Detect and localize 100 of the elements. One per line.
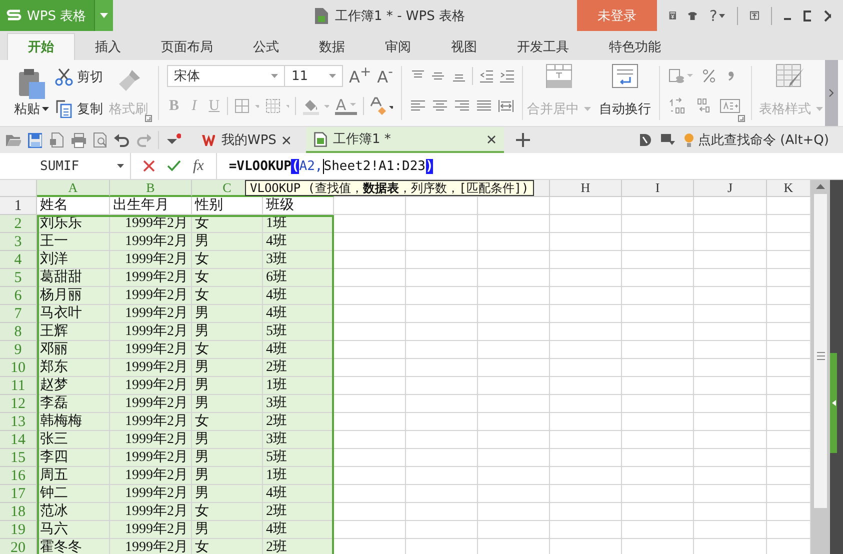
number-format-icon[interactable] [720, 99, 740, 113]
row-header[interactable]: 3 [0, 233, 37, 251]
row-header[interactable]: 10 [0, 359, 37, 377]
empty-cell [478, 287, 550, 305]
font-color-button[interactable]: A [334, 98, 358, 114]
row-header[interactable]: 18 [0, 503, 37, 521]
row-header[interactable]: 20 [0, 539, 37, 554]
increase-decimal-icon[interactable] [668, 97, 686, 115]
dialog-launcher-icon[interactable] [145, 115, 152, 122]
menu-tab[interactable]: 插入 [75, 33, 141, 60]
row-header[interactable]: 14 [0, 431, 37, 449]
row-header[interactable]: 11 [0, 377, 37, 395]
row-header[interactable]: 12 [0, 395, 37, 413]
empty-cell [622, 449, 694, 467]
row-header[interactable]: 1 [0, 197, 37, 215]
row-header[interactable]: 7 [0, 305, 37, 323]
formula-field[interactable]: =VLOOKUP(A2,Sheet2!A1:D23) [216, 153, 843, 179]
new-tab-icon[interactable] [516, 133, 530, 147]
align-right-icon[interactable] [454, 99, 470, 113]
font-name-dropdown[interactable]: 宋体 [166, 65, 286, 87]
column-header[interactable]: J [694, 180, 767, 197]
menu-tab[interactable]: 视图 [431, 33, 497, 60]
app-menu-button[interactable]: WPS 表格 [0, 0, 94, 31]
menu-tab[interactable]: 开始 [7, 33, 75, 60]
empty-cell [478, 485, 550, 503]
cut-button[interactable]: 剪切 [55, 68, 103, 86]
save-icon[interactable] [28, 132, 42, 148]
row-header[interactable]: 5 [0, 269, 37, 287]
decrease-indent-icon[interactable] [478, 69, 494, 83]
row-header[interactable]: 15 [0, 449, 37, 467]
column-header[interactable]: K [767, 180, 811, 197]
theme-icon[interactable] [638, 133, 652, 147]
menu-tab[interactable]: 公式 [233, 33, 299, 60]
empty-cell [478, 305, 550, 323]
empty-cell [478, 323, 550, 341]
empty-cell [622, 251, 694, 269]
help-button[interactable]: ? [709, 6, 726, 24]
wrap-text-button[interactable]: 自动换行 [596, 60, 654, 126]
menu-tab[interactable]: 页面布局 [141, 33, 233, 60]
row-header[interactable]: 2 [0, 215, 37, 233]
collapse-icon[interactable] [660, 133, 676, 147]
font-size-dropdown[interactable]: 11 [284, 65, 344, 87]
table-cell: 1999年2月 [110, 485, 192, 503]
borders-icon[interactable] [234, 98, 259, 114]
document-tab[interactable]: 我的WPS [194, 127, 298, 153]
increase-indent-icon[interactable] [499, 69, 514, 83]
document-tab[interactable]: 工作簿1 * [306, 127, 504, 153]
menu-tab[interactable]: 特色功能 [589, 33, 681, 60]
column-header[interactable]: H [550, 180, 622, 197]
caret-icon[interactable] [117, 164, 124, 168]
print-preview-icon[interactable] [92, 132, 108, 148]
eraser-icon[interactable] [370, 97, 393, 115]
menu-tab[interactable]: 审阅 [365, 33, 431, 60]
currency-icon[interactable] [668, 68, 694, 84]
insert-function-button[interactable]: fx [193, 158, 204, 174]
cancel-icon[interactable] [143, 160, 155, 172]
undo-icon[interactable] [114, 133, 130, 147]
command-search[interactable]: 点此查找命令 (Alt+Q) [684, 127, 829, 153]
row-header[interactable]: 9 [0, 341, 37, 359]
spreadsheet-icon [314, 132, 327, 146]
dropdown-button[interactable] [94, 0, 113, 31]
cell-grid-icon[interactable] [264, 98, 290, 114]
column-header[interactable]: B [110, 180, 192, 197]
export-icon[interactable] [48, 132, 64, 148]
justify-icon[interactable] [476, 99, 492, 113]
row-header[interactable]: 19 [0, 521, 37, 539]
dialog-launcher-icon[interactable] [738, 115, 745, 122]
empty-cell [478, 503, 550, 521]
percent-icon[interactable] [702, 68, 716, 84]
row-header[interactable]: 4 [0, 251, 37, 269]
table-cell: 4班 [263, 305, 334, 323]
row-header[interactable]: 17 [0, 485, 37, 503]
align-left-icon[interactable] [410, 99, 426, 113]
row-header[interactable]: 8 [0, 323, 37, 341]
distribute-icon[interactable] [498, 99, 514, 113]
print-icon[interactable] [70, 132, 86, 148]
row-header[interactable]: 16 [0, 467, 37, 485]
scroll-up-icon[interactable] [816, 184, 825, 189]
menu-tab[interactable]: 开发工具 [497, 33, 589, 60]
row-header[interactable]: 13 [0, 413, 37, 431]
table-cell: 1999年2月 [110, 503, 192, 521]
grow-font-button[interactable]: A$^{+}$ [349, 65, 372, 87]
column-header[interactable]: I [622, 180, 694, 197]
empty-cell [478, 467, 550, 485]
folder-icon[interactable] [6, 133, 21, 147]
paste-button[interactable]: 粘贴 [12, 64, 51, 126]
scrollbar-thumb[interactable] [814, 194, 827, 508]
name-box[interactable]: SUMIF [0, 153, 131, 179]
copy-button[interactable]: 复制 [55, 100, 103, 118]
shrink-font-button[interactable]: A$^{-}$ [377, 65, 393, 87]
login-button[interactable]: 未登录 [577, 0, 657, 31]
column-header[interactable]: A [37, 180, 110, 197]
table-cell: 2班 [263, 503, 334, 521]
confirm-icon[interactable] [167, 160, 181, 172]
menu-tab[interactable]: 数据 [299, 33, 365, 60]
customize-dropdown-icon[interactable] [166, 133, 181, 147]
empty-cell [622, 431, 694, 449]
fill-color-icon[interactable] [302, 97, 329, 115]
row-header[interactable]: 6 [0, 287, 37, 305]
align-center-icon[interactable] [432, 99, 448, 113]
